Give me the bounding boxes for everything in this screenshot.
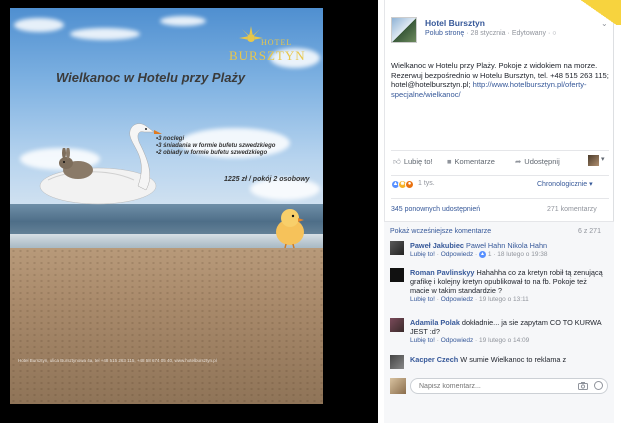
- comment-like-count[interactable]: 1: [488, 251, 492, 258]
- avatar[interactable]: [390, 241, 404, 255]
- reaction-count[interactable]: 1 tys.: [418, 180, 435, 187]
- logo-hotel-text: HOTEL: [261, 38, 293, 47]
- emoji-icon[interactable]: [594, 381, 603, 390]
- chick-illustration: [276, 209, 304, 248]
- cloud: [160, 16, 206, 26]
- comment-time[interactable]: 18 lutego o 19:38: [497, 251, 547, 258]
- comment-reply-link[interactable]: Odpowiedz: [441, 296, 474, 303]
- comment-body: Paweł Jakubiec Paweł Hahn Nikola Hahn Lu…: [410, 241, 608, 259]
- comment: Roman Pavlinskyy Hahahha co za kretyn ro…: [390, 268, 610, 314]
- share-button-label: Udostępnij: [524, 157, 560, 166]
- comment-text: W sumie Wielkanoc to reklama z: [460, 355, 567, 364]
- comment-reply-link[interactable]: Odpowiedz: [441, 251, 474, 258]
- like-button[interactable]: 👍︎ Lubię to!: [393, 157, 433, 167]
- share-as-selector[interactable]: ▾: [588, 155, 608, 166]
- avatar[interactable]: [390, 378, 406, 394]
- comment-author[interactable]: Kacper Czech: [410, 355, 458, 364]
- comment-like-link[interactable]: Lubię to!: [410, 296, 435, 303]
- sort-order-label: Chronologicznie: [537, 181, 588, 188]
- post-text: Wielkanoc w Hotelu przy Plaży. Pokoje z …: [391, 61, 609, 99]
- reactions-row: ▲ ☻ ● 1 tys. Chronologicznie ▾: [391, 175, 609, 189]
- sand-texture: [10, 248, 323, 404]
- avatar[interactable]: [390, 355, 404, 369]
- angry-reaction-icon[interactable]: ●: [405, 180, 414, 189]
- action-bar: 👍︎ Lubię to! ■ Komentarze ➦ Udostępnij ▾: [391, 150, 609, 170]
- comment-author[interactable]: Adamila Polak: [410, 318, 460, 327]
- comment-sort-dropdown[interactable]: Chronologicznie ▾: [537, 180, 593, 188]
- avatar[interactable]: [390, 268, 404, 282]
- comment: Paweł Jakubiec Paweł Hahn Nikola Hahn Lu…: [390, 241, 610, 265]
- comment-like-link[interactable]: Lubię to!: [410, 251, 435, 258]
- comment-button[interactable]: ■ Komentarze: [447, 157, 495, 166]
- shares-row: 345 ponownych udostępnień 271 komentarzy: [391, 198, 609, 220]
- caret-down-icon: ▾: [601, 156, 605, 163]
- comment: Kacper Czech W sumie Wielkanoc to reklam…: [390, 355, 610, 369]
- offer-price: 1225 zł / pokój 2 osobowy: [224, 176, 310, 183]
- comment-author[interactable]: Paweł Jakubiec: [410, 241, 464, 250]
- comment-reply-link[interactable]: Odpowiedz: [441, 337, 474, 344]
- like-badge-icon: ▲: [479, 250, 487, 258]
- comment-body: Kacper Czech W sumie Wielkanoc to reklam…: [410, 355, 608, 367]
- offer-item: 2 obiady w formie bufetu szwedzkiego: [156, 150, 275, 157]
- offer-list: 3 noclegi 3 śniadania w formie bufetu sz…: [156, 136, 275, 157]
- screen: HOTEL BURSZTYN Wielkanoc w Hotelu przy P…: [0, 0, 621, 423]
- shares-count-link[interactable]: 345 ponownych udostępnień: [391, 206, 480, 213]
- cloud: [70, 28, 140, 40]
- show-previous-comments-link[interactable]: Pokaż wcześniejsze komentarze: [390, 228, 491, 235]
- post-date[interactable]: 28 stycznia: [471, 30, 506, 37]
- share-arrow-icon: ➦: [515, 157, 522, 166]
- comment-icon: ■: [447, 157, 452, 166]
- page-avatar[interactable]: [391, 17, 417, 43]
- comment-body: Roman Pavlinskyy Hahahha co za kretyn ro…: [410, 268, 608, 304]
- comment-like-link[interactable]: Lubię to!: [410, 337, 435, 344]
- post-photo[interactable]: HOTEL BURSZTYN Wielkanoc w Hotelu przy P…: [10, 8, 323, 404]
- comment-text[interactable]: Paweł Hahn Nikola Hahn: [466, 241, 547, 250]
- comment-meta: Lubię to! · Odpowiedz · 19 lutego o 13:1…: [410, 296, 529, 303]
- camera-icon[interactable]: [578, 382, 588, 390]
- corner-accent: [576, 0, 621, 25]
- globe-icon: ○: [552, 30, 557, 37]
- comment-time[interactable]: 19 lutego o 13:11: [479, 296, 529, 303]
- comment-button-label: Komentarze: [454, 157, 495, 166]
- avatar: [588, 155, 599, 166]
- hotel-logo: HOTEL BURSZTYN: [225, 26, 305, 68]
- logo-wordmark: BURSZTYN: [229, 48, 306, 63]
- thumbs-up-icon: 👍︎: [393, 157, 401, 166]
- photo-viewer: HOTEL BURSZTYN Wielkanoc w Hotelu przy P…: [0, 0, 378, 423]
- comments-page-count: 6 z 271: [578, 228, 601, 235]
- offer-item: 3 noclegi: [156, 136, 275, 143]
- offer-item: 3 śniadania w formie bufetu szwedzkiego: [156, 143, 275, 150]
- comments-count[interactable]: 271 komentarzy: [547, 206, 597, 213]
- ad-headline: Wielkanoc w Hotelu przy Plaży: [56, 70, 246, 85]
- comment-meta: Lubię to! · Odpowiedz · 19 lutego o 14:0…: [410, 337, 530, 344]
- comments-section: Pokaż wcześniejsze komentarze 6 z 271 Pa…: [384, 221, 614, 423]
- cloud: [14, 18, 64, 32]
- bunny-illustration: [59, 148, 93, 179]
- comment-body: Adamila Polak dokładnie... ja sie zapyta…: [410, 318, 608, 345]
- page-name-link[interactable]: Hotel Bursztyn: [425, 18, 485, 28]
- post-meta: Polub stronę · 28 stycznia · Edytowany ·…: [425, 30, 557, 37]
- like-page-link[interactable]: Polub stronę: [425, 30, 464, 37]
- sun-logo-icon: [239, 26, 263, 42]
- comment: Adamila Polak dokładnie... ja sie zapyta…: [390, 318, 610, 346]
- contact-fineprint: Hotel Bursztyn, ulica Bursztynowa 4a, te…: [18, 358, 217, 363]
- edited-label[interactable]: Edytowany: [512, 30, 546, 37]
- comment-author[interactable]: Roman Pavlinskyy: [410, 268, 475, 277]
- comment-time[interactable]: 19 lutego o 14:09: [479, 337, 529, 344]
- like-button-label: Lubię to!: [403, 157, 433, 166]
- share-button[interactable]: ➦ Udostępnij: [515, 157, 560, 166]
- comment-meta: Lubię to! · Odpowiedz · ▲ 1 · 18 lutego …: [410, 250, 548, 258]
- avatar[interactable]: [390, 318, 404, 332]
- comment-composer: [390, 376, 610, 396]
